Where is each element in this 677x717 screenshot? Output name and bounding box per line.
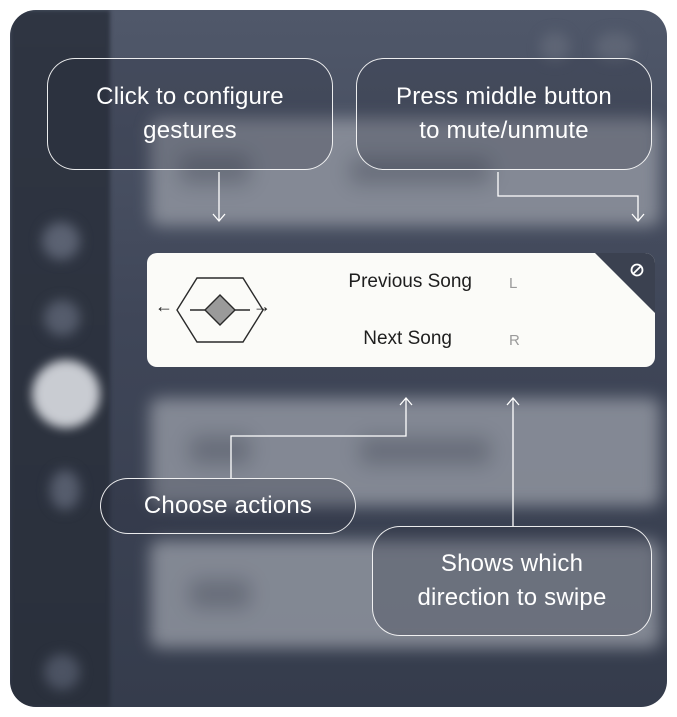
previous-song-action[interactable]: Previous Song	[348, 271, 472, 293]
choose-actions-text: Choose actions	[143, 492, 313, 519]
swipe-left-arrow-icon: ←	[155, 296, 173, 316]
gesture-config-card[interactable]: ← → Previous Song L Next Song R	[147, 253, 655, 367]
sidebar-icon-2	[44, 300, 80, 336]
sidebar-icon-1	[42, 222, 80, 260]
swipe-direction-line2: direction to swipe	[417, 584, 607, 611]
choose-actions-callout: Choose actions	[100, 478, 356, 534]
swipe-direction-line1: Shows which	[440, 550, 584, 577]
swipe-direction-callout: Shows which direction to swipe	[372, 526, 652, 636]
swipe-right-arrow-icon: →	[253, 296, 271, 316]
mute-corner[interactable]	[595, 253, 655, 313]
sidebar-icon-active	[32, 360, 100, 428]
mute-callout: Press middle button to mute/unmute	[356, 58, 652, 170]
configure-gestures-text: Click to configure gestures	[96, 83, 284, 144]
ban-icon[interactable]	[629, 262, 645, 278]
next-song-action[interactable]: Next Song	[363, 328, 452, 350]
mute-text-line1: Press middle button	[396, 83, 612, 110]
sidebar-icon-4	[44, 654, 80, 690]
touch-sensor-icon	[176, 277, 264, 343]
sidebar-icon-3	[50, 470, 80, 510]
next-song-key: R	[509, 332, 520, 349]
previous-song-key: L	[509, 275, 518, 292]
configure-gestures-callout: Click to configure gestures	[47, 58, 333, 170]
mute-text-line2: to mute/unmute	[419, 117, 589, 144]
